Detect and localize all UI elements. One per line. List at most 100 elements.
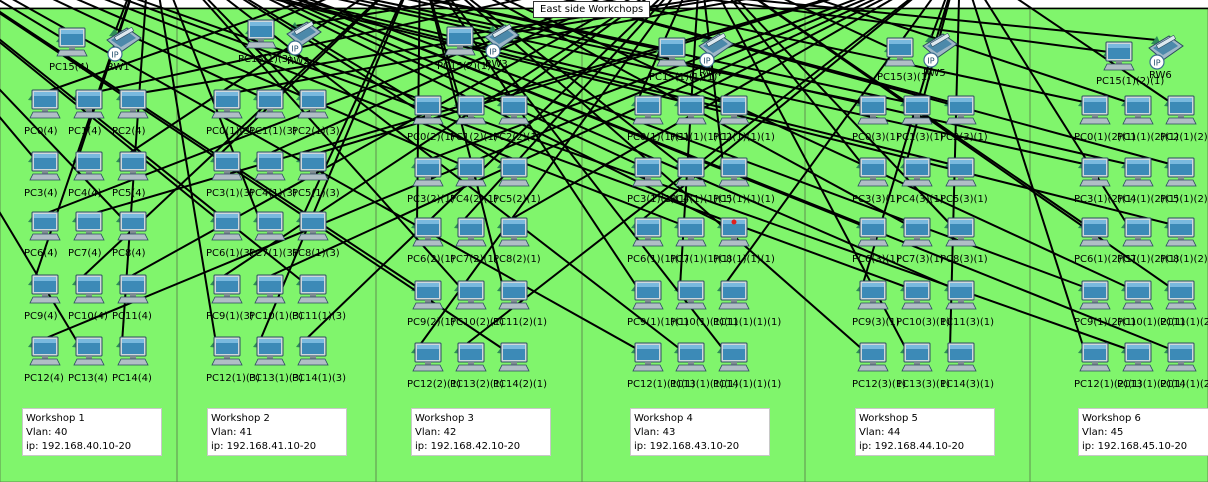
- pc-icon[interactable]: [73, 336, 105, 366]
- pc-icon[interactable]: [211, 151, 243, 181]
- pc-icon[interactable]: [1165, 342, 1197, 372]
- pc-icon[interactable]: [1122, 342, 1154, 372]
- pc-icon[interactable]: [29, 89, 61, 119]
- pc-icon[interactable]: [718, 280, 750, 310]
- pc-icon[interactable]: [1122, 217, 1154, 247]
- pc-icon[interactable]: [857, 217, 889, 247]
- pc-icon[interactable]: [254, 211, 286, 241]
- pc-icon[interactable]: [901, 157, 933, 187]
- pc-icon[interactable]: [117, 151, 149, 181]
- pc-icon[interactable]: [1165, 157, 1197, 187]
- pc-icon[interactable]: [718, 157, 750, 187]
- pc-icon[interactable]: [901, 342, 933, 372]
- pc-icon[interactable]: [901, 95, 933, 125]
- pc-icon[interactable]: [29, 211, 61, 241]
- pc-icon[interactable]: [73, 274, 105, 304]
- pc-icon[interactable]: [455, 342, 487, 372]
- pc-icon[interactable]: [1165, 217, 1197, 247]
- pc-icon[interactable]: [1079, 157, 1111, 187]
- pc-icon[interactable]: [675, 217, 707, 247]
- pc-icon[interactable]: [718, 95, 750, 125]
- pc-icon[interactable]: [632, 157, 664, 187]
- pc-icon[interactable]: [945, 280, 977, 310]
- pc-icon[interactable]: [254, 336, 286, 366]
- pc-icon[interactable]: [254, 89, 286, 119]
- pc-icon[interactable]: [297, 274, 329, 304]
- pc-icon[interactable]: [498, 95, 530, 125]
- pc-icon[interactable]: [857, 95, 889, 125]
- pc-icon[interactable]: [211, 336, 243, 366]
- pc-icon[interactable]: [1165, 280, 1197, 310]
- pc-icon[interactable]: [498, 280, 530, 310]
- pc-icon[interactable]: [632, 95, 664, 125]
- pc-icon[interactable]: [56, 27, 88, 57]
- pc-icon[interactable]: [884, 37, 916, 67]
- pc-icon[interactable]: [675, 280, 707, 310]
- pc-icon[interactable]: [29, 336, 61, 366]
- pc-icon[interactable]: [1079, 217, 1111, 247]
- pc-icon[interactable]: [211, 89, 243, 119]
- pc-icon[interactable]: [1079, 342, 1111, 372]
- pc-icon[interactable]: [73, 89, 105, 119]
- pc-icon[interactable]: [211, 211, 243, 241]
- pc-icon[interactable]: [412, 342, 444, 372]
- pc-icon[interactable]: [254, 151, 286, 181]
- pc-icon[interactable]: [455, 157, 487, 187]
- pc-icon[interactable]: [857, 342, 889, 372]
- pc-icon[interactable]: [498, 157, 530, 187]
- pc-icon[interactable]: [1122, 280, 1154, 310]
- pc-icon[interactable]: [297, 211, 329, 241]
- pc-icon[interactable]: [901, 280, 933, 310]
- workshop-info-box[interactable]: Workshop 4 Vlan: 43 ip: 192.168.43.10-20: [630, 408, 770, 456]
- pc-icon[interactable]: [73, 211, 105, 241]
- pc-icon[interactable]: [1122, 157, 1154, 187]
- pc-icon[interactable]: [297, 89, 329, 119]
- pc-icon[interactable]: [945, 342, 977, 372]
- pc-icon[interactable]: [1079, 95, 1111, 125]
- pc-icon[interactable]: [297, 151, 329, 181]
- pc-icon[interactable]: [498, 342, 530, 372]
- pc-icon[interactable]: [632, 217, 664, 247]
- pc-icon[interactable]: [857, 157, 889, 187]
- pc-icon[interactable]: [412, 217, 444, 247]
- pc-icon[interactable]: [117, 336, 149, 366]
- topology-canvas[interactable]: IP: [0, 0, 1208, 482]
- workshop-info-box[interactable]: Workshop 5 Vlan: 44 ip: 192.168.44.10-20: [855, 408, 995, 456]
- pc-icon[interactable]: [412, 280, 444, 310]
- pc-icon[interactable]: [1122, 95, 1154, 125]
- pc-icon[interactable]: [412, 95, 444, 125]
- pc-icon[interactable]: [656, 37, 688, 67]
- pc-icon[interactable]: [455, 280, 487, 310]
- pc-icon[interactable]: [498, 217, 530, 247]
- workshop-info-box[interactable]: Workshop 2 Vlan: 41 ip: 192.168.41.10-20: [207, 408, 347, 456]
- pc-icon[interactable]: [632, 280, 664, 310]
- pc-icon[interactable]: [1165, 95, 1197, 125]
- pc-icon[interactable]: [412, 157, 444, 187]
- pc-icon[interactable]: [297, 336, 329, 366]
- pc-icon[interactable]: [675, 157, 707, 187]
- pc-icon[interactable]: [1103, 41, 1135, 71]
- pc-icon[interactable]: [945, 217, 977, 247]
- pc-icon[interactable]: [29, 274, 61, 304]
- pc-icon[interactable]: [1079, 280, 1111, 310]
- pc-icon[interactable]: [444, 26, 476, 56]
- pc-icon[interactable]: [945, 95, 977, 125]
- pc-icon[interactable]: [718, 342, 750, 372]
- workshop-info-box[interactable]: Workshop 1 Vlan: 40 ip: 192.168.40.10-20: [22, 408, 162, 456]
- pc-icon[interactable]: [675, 342, 707, 372]
- workshop-info-box[interactable]: Workshop 6 Vlan: 45 ip: 192.168.45.10-20: [1078, 408, 1208, 456]
- pc-icon[interactable]: [632, 342, 664, 372]
- pc-icon[interactable]: [254, 274, 286, 304]
- pc-icon[interactable]: [945, 157, 977, 187]
- pc-icon[interactable]: [73, 151, 105, 181]
- pc-icon[interactable]: [857, 280, 889, 310]
- pc-icon[interactable]: [675, 95, 707, 125]
- pc-icon[interactable]: [245, 19, 277, 49]
- pc-icon[interactable]: [117, 211, 149, 241]
- pc-icon[interactable]: [117, 274, 149, 304]
- pc-icon[interactable]: [117, 89, 149, 119]
- workshop-info-box[interactable]: Workshop 3 Vlan: 42 ip: 192.168.42.10-20: [411, 408, 551, 456]
- pc-icon[interactable]: [29, 151, 61, 181]
- pc-icon[interactable]: [455, 217, 487, 247]
- pc-icon[interactable]: [211, 274, 243, 304]
